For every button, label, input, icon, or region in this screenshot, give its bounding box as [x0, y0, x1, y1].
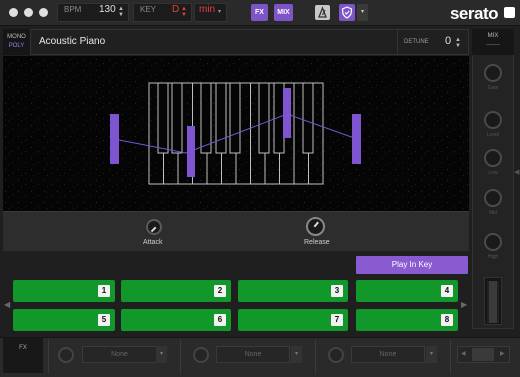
fx-toggle-button[interactable]: FX — [251, 4, 268, 21]
pad-1[interactable]: 1 — [13, 280, 115, 302]
pad-number: 3 — [331, 285, 343, 297]
fx-next-arrow-icon[interactable]: ▶ — [500, 350, 505, 357]
low-eq-knob[interactable] — [484, 149, 502, 167]
mono-poly-toggle[interactable]: MONO POLY — [3, 29, 31, 55]
instrument-name[interactable]: Acoustic Piano — [39, 36, 105, 47]
note-marker — [187, 126, 195, 177]
mix-toggle-button[interactable]: MIX — [274, 4, 293, 21]
pad-number: 7 — [331, 314, 343, 326]
scale-value[interactable]: min — [199, 4, 215, 15]
brand-mark-icon — [504, 7, 515, 18]
detune-stepper-icon[interactable]: ▲ ▼ — [455, 37, 461, 49]
pad-5[interactable]: 5 — [13, 309, 115, 331]
fx-2-knob[interactable] — [193, 347, 209, 363]
note-marker — [110, 114, 119, 164]
detune-label: DETUNE — [404, 39, 429, 45]
scale-dropdown-icon[interactable]: ▾ — [218, 8, 221, 15]
mix-knob-label: Level — [487, 132, 499, 138]
mix-knob-label: High — [487, 254, 499, 260]
pads-left-arrow-icon[interactable]: ◀ — [4, 300, 10, 309]
fx-prev-arrow-icon[interactable]: ◀ — [461, 350, 466, 357]
fx-3-knob[interactable] — [328, 347, 344, 363]
attack-label: Attack — [143, 239, 163, 246]
fx-section-label: FX — [3, 338, 43, 373]
pad-6[interactable]: 6 — [121, 309, 231, 331]
poly-option[interactable]: POLY — [3, 42, 30, 51]
release-knob[interactable] — [306, 217, 325, 236]
fx-1-chevron-icon[interactable]: ▾ — [156, 346, 167, 363]
fx-divider — [48, 340, 49, 374]
fx-divider — [180, 340, 181, 374]
bpm-value[interactable]: 130 — [99, 4, 116, 15]
fx-3-select[interactable]: None — [351, 346, 425, 363]
fx-2-chevron-icon[interactable]: ▾ — [291, 346, 302, 363]
pad-number: 2 — [214, 285, 226, 297]
mix-knob-label: Gain — [487, 85, 499, 91]
note-marker — [283, 88, 291, 138]
shield-icon[interactable] — [339, 4, 355, 21]
gain-knob[interactable] — [484, 64, 502, 82]
pad-7[interactable]: 7 — [238, 309, 348, 331]
fx-1-knob[interactable] — [58, 347, 74, 363]
visualizer-canvas — [3, 56, 469, 211]
metronome-icon[interactable] — [315, 5, 330, 20]
detune-value[interactable]: 0 — [445, 35, 451, 47]
key-stepper-icon[interactable]: ▲ ▼ — [181, 6, 187, 18]
pad-number: 6 — [214, 314, 226, 326]
pad-number: 5 — [98, 314, 110, 326]
pad-8[interactable]: 8 — [356, 309, 458, 331]
level-knob[interactable] — [484, 111, 502, 129]
pad-2[interactable]: 2 — [121, 280, 231, 302]
mix-divider — [486, 44, 500, 45]
keyboard-visualizer — [3, 56, 469, 211]
mix-title: MIX — [472, 29, 514, 55]
note-marker — [352, 114, 361, 164]
bpm-label: BPM — [64, 5, 82, 14]
pads-right-arrow-icon[interactable]: ▶ — [461, 300, 467, 309]
pad-number: 4 — [441, 285, 453, 297]
release-label: Release — [304, 239, 330, 246]
chevron-down-icon[interactable]: ▾ — [357, 4, 368, 21]
fx-1-select[interactable]: None — [82, 346, 157, 363]
panel-expand-arrow-icon[interactable]: ◀ — [514, 168, 520, 180]
mono-option[interactable]: MONO — [3, 33, 30, 42]
pad-number: 1 — [98, 285, 110, 297]
fx-3-chevron-icon[interactable]: ▾ — [426, 346, 437, 363]
mid-eq-knob[interactable] — [484, 189, 502, 207]
high-eq-knob[interactable] — [484, 233, 502, 251]
window-close-dot[interactable] — [9, 8, 18, 17]
fx-divider — [450, 340, 451, 374]
play-in-key-button[interactable]: Play In Key — [356, 256, 468, 274]
mix-knob-label: Mid — [488, 210, 498, 216]
fx-2-select[interactable]: None — [216, 346, 290, 363]
attack-knob[interactable] — [146, 219, 162, 235]
window-maximize-dot[interactable] — [39, 8, 48, 17]
pad-4[interactable]: 4 — [356, 280, 458, 302]
brand-logo: serato — [449, 4, 499, 23]
pad-number: 8 — [441, 314, 453, 326]
envelope-panel — [3, 211, 469, 251]
fx-divider — [315, 340, 316, 374]
mix-knob-label: Low — [488, 170, 498, 176]
bpm-stepper-icon[interactable]: ▲ ▼ — [118, 6, 124, 18]
key-label: KEY — [140, 5, 157, 14]
pad-3[interactable]: 3 — [238, 280, 348, 302]
key-value[interactable]: D — [172, 4, 179, 15]
volume-fader-handle[interactable] — [487, 281, 499, 323]
window-minimize-dot[interactable] — [24, 8, 33, 17]
fx-beats-value — [472, 348, 494, 361]
